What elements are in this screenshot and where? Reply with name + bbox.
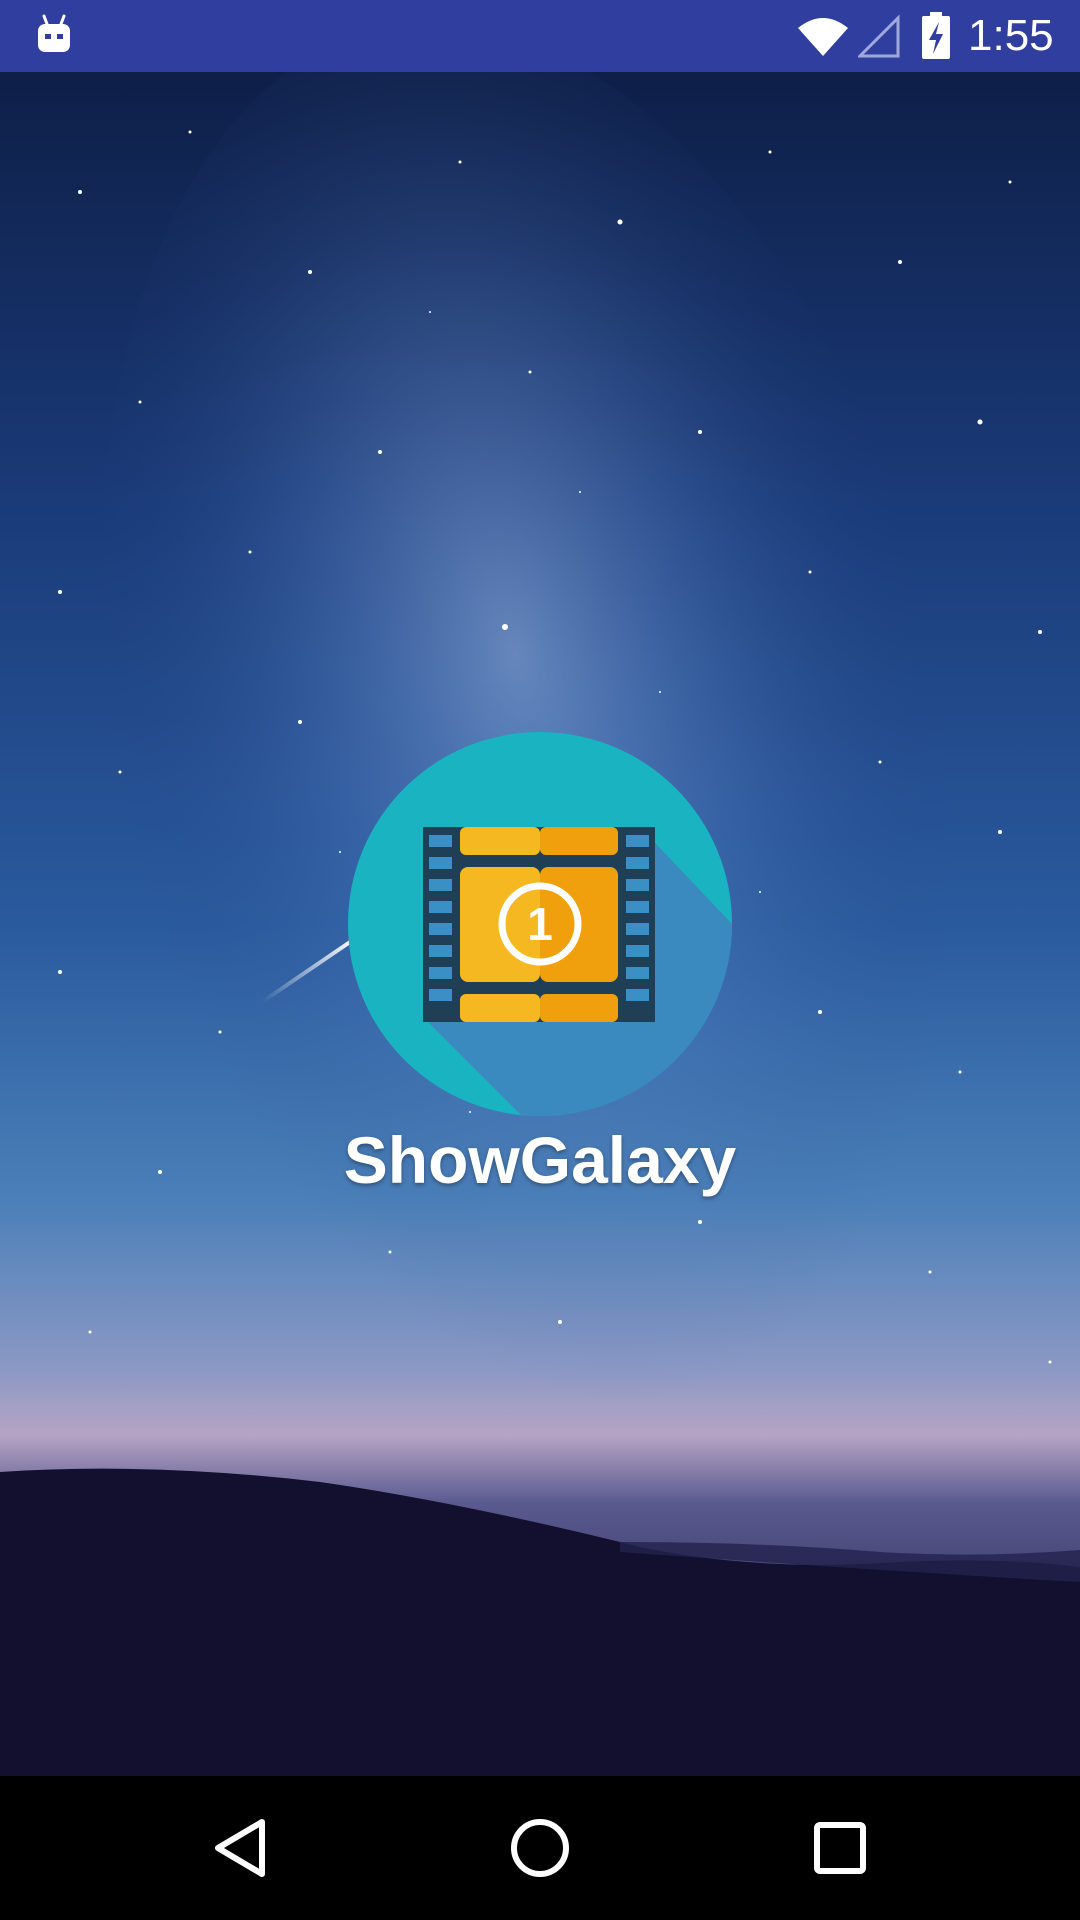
navigation-bar bbox=[0, 1776, 1080, 1920]
recents-icon bbox=[814, 1822, 866, 1874]
back-icon bbox=[215, 1819, 265, 1877]
recents-button[interactable] bbox=[790, 1798, 890, 1898]
app-name-title: ShowGalaxy bbox=[343, 1123, 737, 1197]
logo-badge-number: 1 bbox=[527, 898, 553, 950]
status-bar: 1:55 bbox=[0, 0, 1080, 72]
status-clock: 1:55 bbox=[968, 11, 1054, 60]
android-debug-icon bbox=[38, 14, 70, 52]
home-button[interactable] bbox=[490, 1798, 590, 1898]
battery-charging-icon bbox=[922, 12, 950, 59]
film-strip-icon: 1 bbox=[423, 827, 655, 1022]
splash-background: 1 bbox=[0, 72, 1080, 1776]
splash-screen: 1:55 1 ShowGalaxy bbox=[0, 0, 1080, 1920]
signal-icon bbox=[858, 14, 900, 58]
app-logo: 1 bbox=[348, 732, 732, 1116]
home-icon bbox=[511, 1819, 569, 1877]
wifi-icon bbox=[798, 18, 848, 56]
back-button[interactable] bbox=[190, 1798, 290, 1898]
